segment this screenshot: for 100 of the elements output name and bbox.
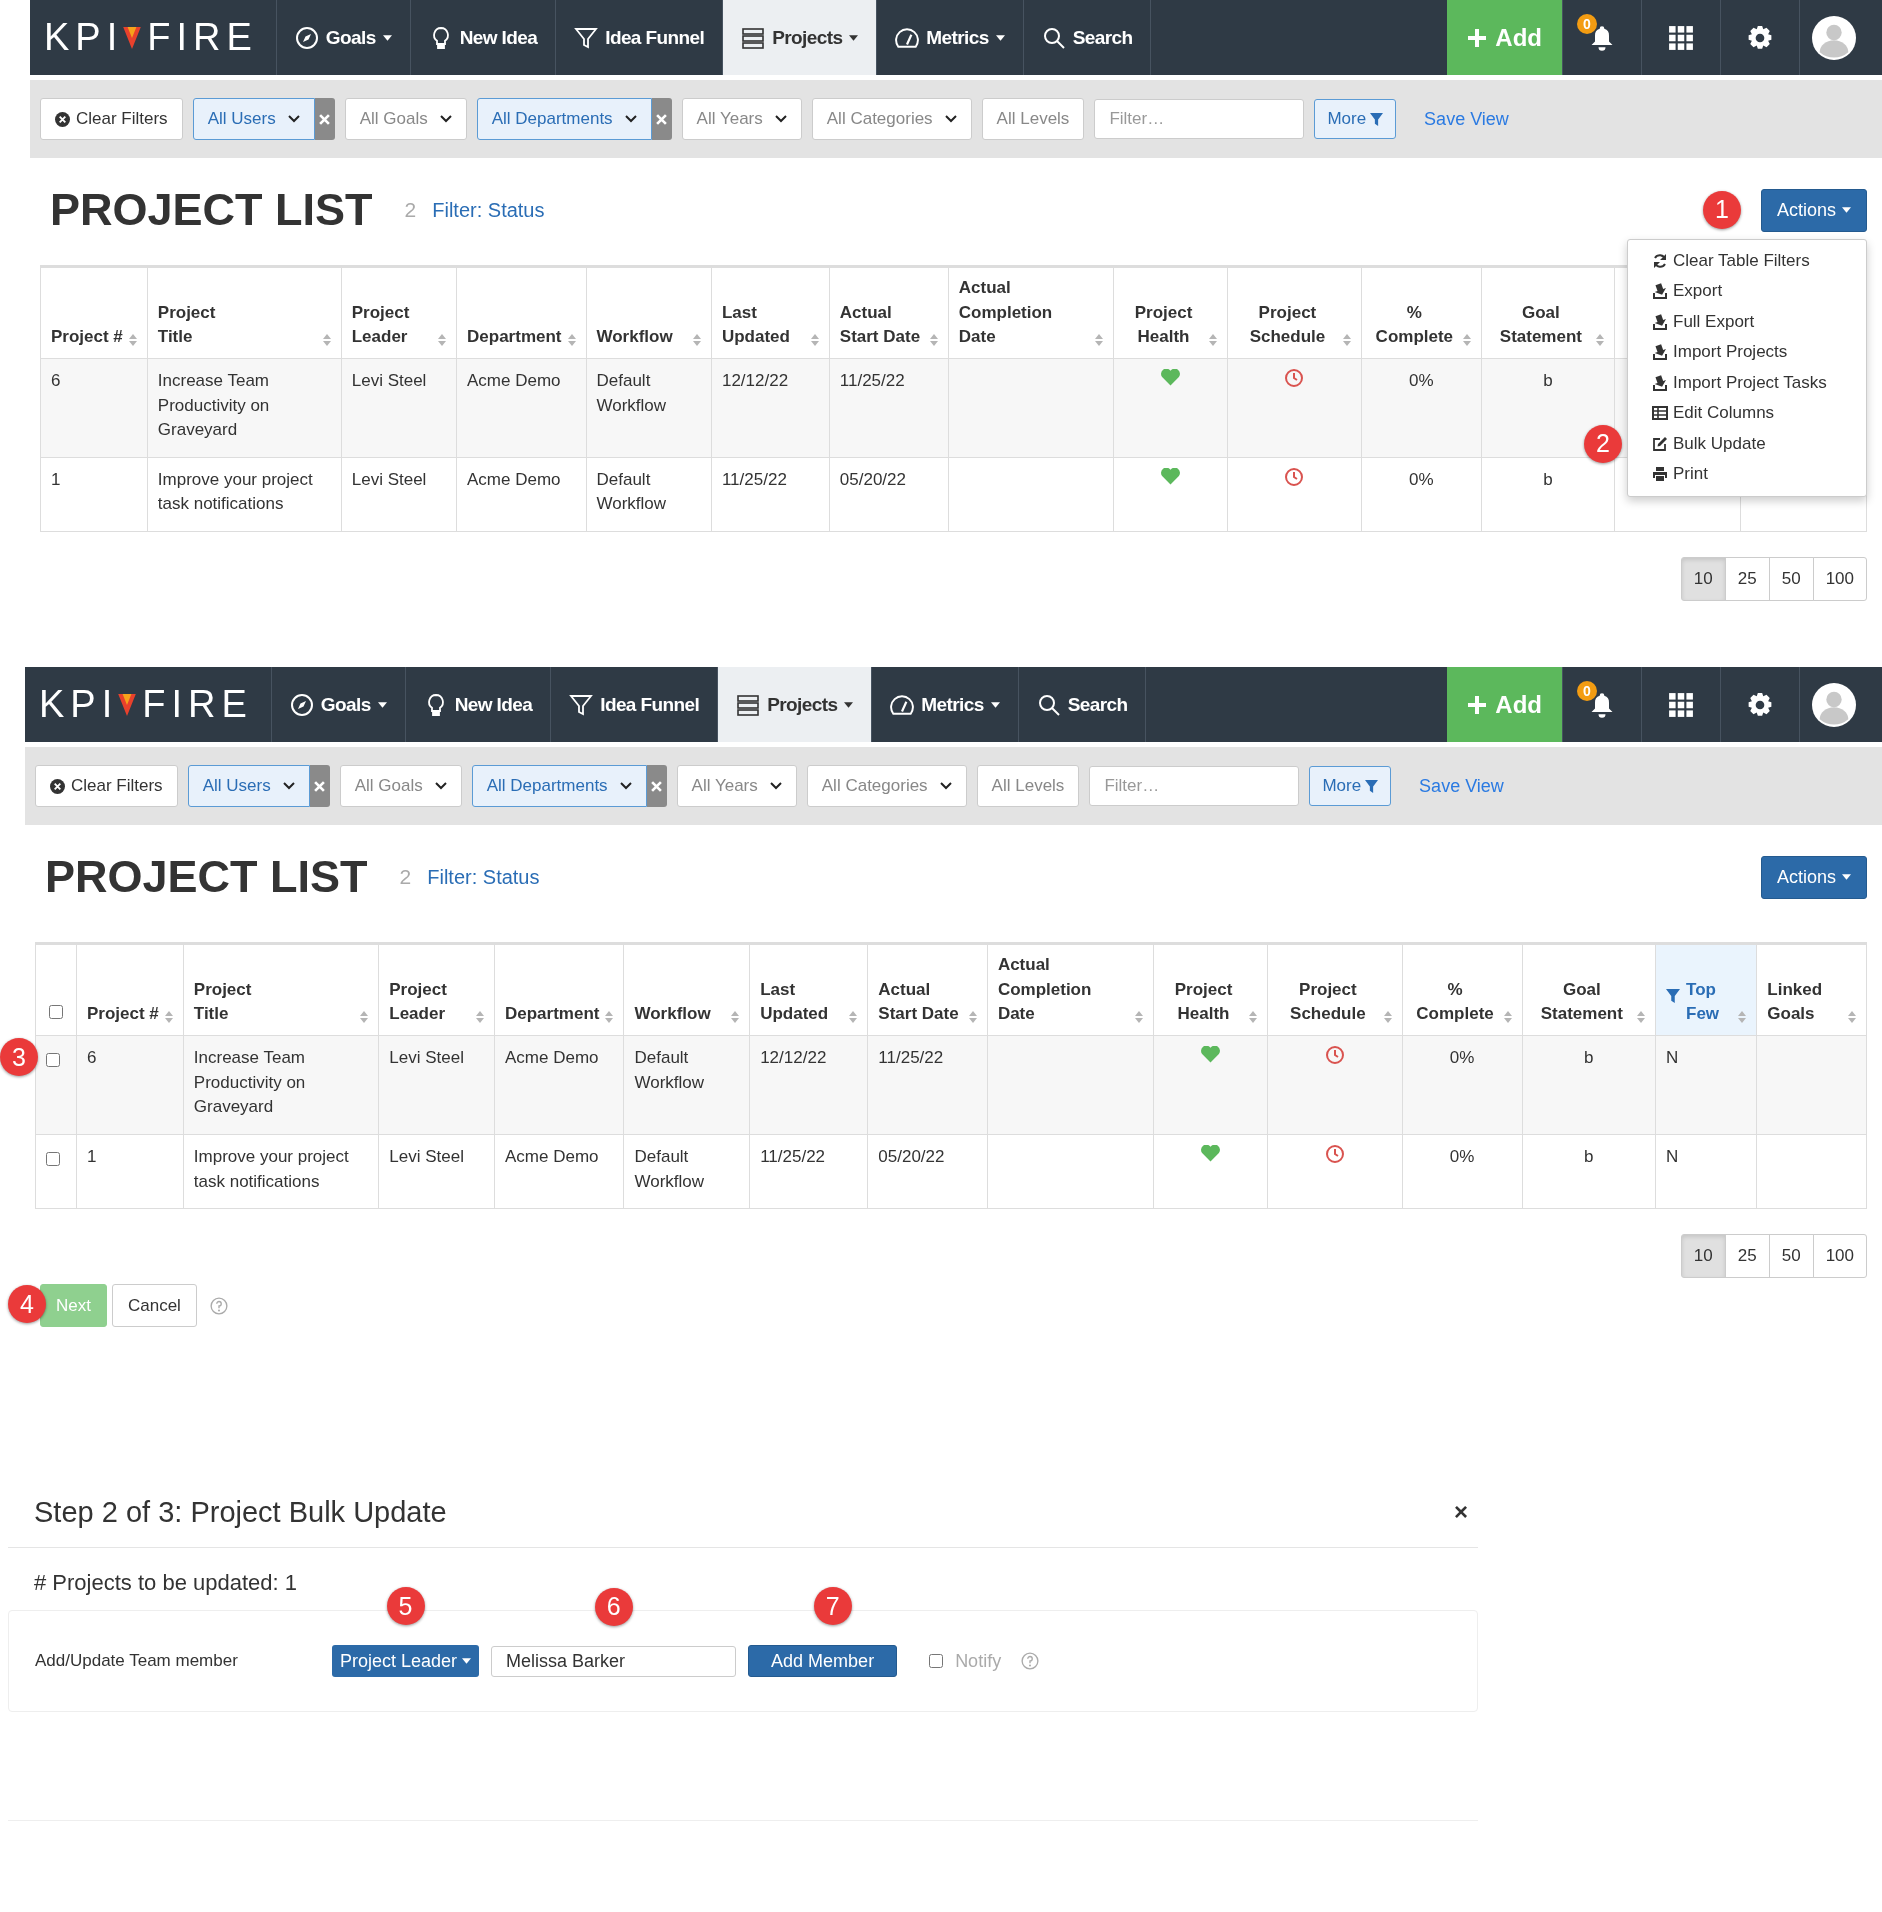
filter-select[interactable]: All Levels [976,765,1080,808]
clear-icon[interactable] [646,765,667,808]
grid-icon[interactable] [1668,24,1694,51]
nav-link[interactable]: Projects [723,0,878,75]
filter-select[interactable]: All Departments [476,98,652,140]
filter-select[interactable]: All Years [676,765,797,808]
grid-icon[interactable] [1668,691,1694,718]
clear-filters-button[interactable]: Clear Filters [35,765,178,808]
column-header[interactable]: Project Health [1153,943,1268,1036]
table-cell: Acme Demo [505,1146,599,1166]
column-header[interactable]: Actual Completion Date [987,943,1154,1036]
menu-item[interactable]: Edit Columns [1628,398,1866,429]
clear-filters-button[interactable]: Clear Filters [40,98,183,140]
more-button[interactable]: More [1309,766,1392,807]
row-checkbox[interactable] [46,1053,60,1068]
filter-input[interactable]: Filter… [1094,99,1305,139]
row-checkbox[interactable] [46,1151,60,1166]
filter-select[interactable]: All Users [187,765,310,808]
menu-item[interactable]: Full Export [1628,306,1866,337]
nav-link[interactable]: Goals [276,0,411,75]
column-header[interactable]: Project Title [147,266,342,359]
nav-link[interactable]: Search [1018,667,1147,743]
page-size-button[interactable]: 10 [1680,557,1726,602]
filter-select[interactable]: All Departments [471,765,647,808]
filter-link[interactable]: Filter: Status [432,198,545,222]
column-header[interactable]: Actual Start Date [867,943,988,1036]
column-header[interactable]: Goal Statement [1522,943,1656,1036]
avatar-icon[interactable] [1812,682,1856,727]
settings-icon[interactable] [1747,24,1773,51]
logo[interactable]: KPI FIRE [30,0,277,75]
column-header[interactable]: Workflow [623,943,750,1036]
column-header[interactable]: Actual Completion Date [948,266,1114,359]
column-header[interactable]: Project Health [1113,266,1228,359]
cancel-button[interactable]: Cancel [111,1284,197,1328]
help-icon[interactable] [1021,1652,1040,1671]
filter-select[interactable]: All Levels [981,98,1085,140]
column-header[interactable]: Workflow [586,266,712,359]
column-header[interactable]: Project Leader [378,943,495,1036]
nav-link[interactable]: Goals [271,667,406,743]
page-size-button[interactable]: 100 [1812,1234,1867,1279]
nav-link[interactable]: Projects [718,667,873,743]
nav-link[interactable]: Search [1023,0,1152,75]
more-button[interactable]: More [1314,99,1397,139]
menu-item[interactable]: Bulk Update [1628,428,1866,459]
menu-item[interactable]: Print [1628,459,1866,490]
column-header[interactable]: Goal Statement [1481,266,1615,359]
column-header[interactable]: Project Title [183,943,379,1036]
member-input[interactable]: Melissa Barker [491,1645,737,1677]
column-header[interactable]: Last Updated [749,943,868,1036]
settings-icon[interactable] [1747,691,1773,718]
page-size-button[interactable]: 25 [1724,557,1770,602]
nav-link[interactable]: Metrics [877,0,1024,75]
filter-select[interactable]: All Years [681,98,802,140]
actions-button[interactable]: Actions [1760,188,1867,232]
nav-link[interactable]: New Idea [405,667,552,743]
column-header[interactable]: Project Schedule [1267,943,1403,1036]
filter-select[interactable]: All Goals [339,765,462,808]
menu-item[interactable]: Clear Table Filters [1628,245,1866,276]
column-header[interactable]: Linked Goals [1756,943,1867,1036]
menu-item[interactable]: Export [1628,276,1866,307]
page-size-button[interactable]: 100 [1812,557,1867,602]
filter-select[interactable]: All Categories [806,765,967,808]
column-header[interactable]: Department [456,266,586,359]
filter-select[interactable]: All Goals [344,98,467,140]
page-size-button[interactable]: 25 [1724,1234,1770,1279]
page-size-button[interactable]: 50 [1768,1234,1814,1279]
nav-link[interactable]: Metrics [872,667,1019,743]
column-header[interactable]: Last Updated [711,266,830,359]
clear-icon[interactable] [651,98,672,140]
page-size-button[interactable]: 50 [1768,557,1814,602]
column-header[interactable]: Top Few [1655,943,1757,1036]
filter-select[interactable]: All Categories [811,98,972,140]
page-size-button[interactable]: 10 [1680,1234,1726,1279]
filter-link[interactable]: Filter: Status [427,865,540,889]
menu-item[interactable]: Import Projects [1628,337,1866,368]
clear-icon[interactable] [314,98,335,140]
role-dropdown[interactable]: Project Leader [332,1645,480,1678]
column-header[interactable]: Project # [76,943,184,1036]
clear-icon[interactable] [309,765,330,808]
help-icon[interactable] [209,1296,228,1315]
column-header[interactable]: Actual Start Date [829,266,949,359]
nav-link[interactable]: New Idea [410,0,557,75]
close-button[interactable]: × [1454,1498,1468,1527]
filter-input[interactable]: Filter… [1089,766,1300,807]
modal-title: Step 2 of 3: Project Bulk Update [34,1495,447,1529]
column-header[interactable]: Department [494,943,624,1036]
actions-button[interactable]: Actions [1760,855,1867,899]
column-header[interactable]: Project Schedule [1227,266,1362,359]
avatar-icon[interactable] [1812,15,1856,60]
filter-select[interactable]: All Users [192,98,315,140]
notify-checkbox[interactable] [929,1654,944,1669]
menu-item[interactable]: Import Project Tasks [1628,367,1866,398]
column-header[interactable]: % Complete [1402,943,1523,1036]
select-all-checkbox[interactable] [49,1005,63,1020]
column-header[interactable]: Project # [40,266,148,359]
download-icon [1652,313,1668,330]
column-header[interactable]: Project Leader [341,266,457,359]
logo[interactable]: KPI FIRE [25,667,272,743]
add-member-button[interactable]: Add Member [748,1645,898,1678]
column-header[interactable]: % Complete [1361,266,1482,359]
